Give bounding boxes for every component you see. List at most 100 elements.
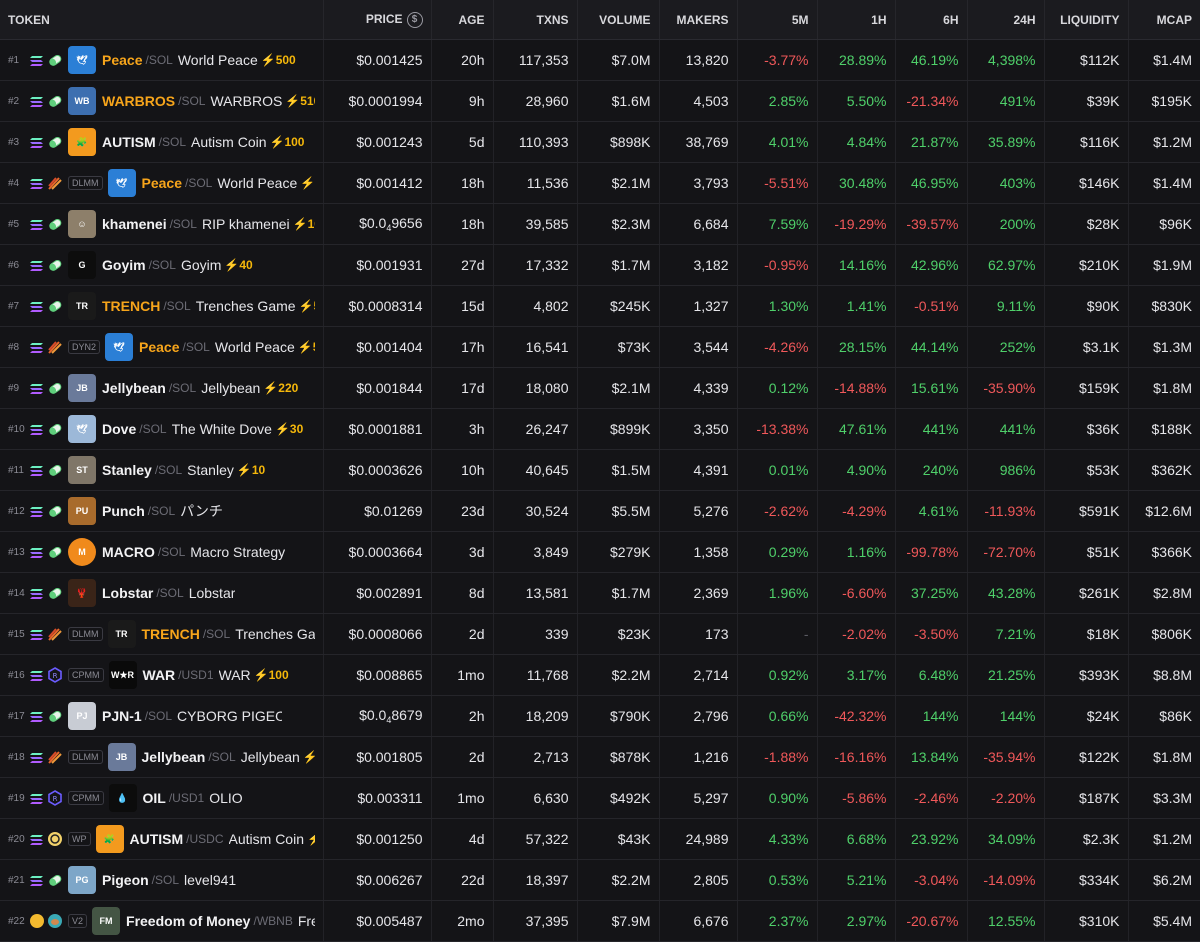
- change-6h-cell: -21.34%: [895, 80, 968, 122]
- liquidity-cell: $2.3K: [1044, 818, 1129, 860]
- token-cell[interactable]: #11 ST Stanley/SOL Stanley ⚡10: [0, 449, 324, 491]
- makers-cell: 5,297: [659, 777, 738, 819]
- table-row[interactable]: #19 R CPMM 💧 OIL/USD1 OLIO $0.003311 1mo 6,630 $4…: [0, 777, 1200, 819]
- table-row[interactable]: #13 M MACRO/SOL Macro Strategy $0.0003664 3d 3…: [0, 531, 1200, 573]
- price-cell: $0.0003664: [323, 531, 432, 573]
- table-row[interactable]: #18DLMMJBJellybean/SOLJellybean⚡220$0.00…: [0, 736, 1200, 778]
- token-cell[interactable]: #12 PU Punch/SOL パンチ: [0, 490, 324, 532]
- mcap-cell: $86K: [1128, 695, 1200, 737]
- token-name: Macro Strategy: [190, 544, 286, 560]
- table-row[interactable]: #20 WP 🧩 AUTISM/USDC Autism Coin⚡100 $0.00125…: [0, 818, 1200, 860]
- table-row[interactable]: #3 🧩 AUTISM/SOL Autism Coin ⚡100 $0.001243 5d 1…: [0, 121, 1200, 163]
- table-row[interactable]: #2WBWARBROS/SOLWARBROS⚡510$0.00019949h28…: [0, 80, 1200, 122]
- table-row[interactable]: #4 DLMM 🕊 Peace/SOL World Peace⚡500 $0.001412…: [0, 162, 1200, 204]
- token-cell[interactable]: #18DLMMJBJellybean/SOLJellybean⚡220: [0, 736, 324, 778]
- header-6h[interactable]: 6H: [895, 0, 968, 40]
- header-price[interactable]: PRICE $: [323, 0, 432, 40]
- token-cell[interactable]: #13 M MACRO/SOL Macro Strategy: [0, 531, 324, 573]
- token-cell[interactable]: #1 🕊 Peace/SOL World Peace ⚡500: [0, 39, 324, 81]
- header-makers[interactable]: MAKERS: [659, 0, 738, 40]
- change-6h-cell: -0.51%: [895, 285, 968, 327]
- table-row[interactable]: #10 🕊 Dove/SOL The White Dove ⚡30 $0.0001881 3…: [0, 408, 1200, 450]
- token-cell[interactable]: #17 PJ PJN-1/SOL CYBORG PIGEON: [0, 695, 324, 737]
- token-cell[interactable]: #22V2FMFreedom of Money/WBNBFreedom: [0, 900, 324, 942]
- liquidity-cell: $122K: [1044, 736, 1129, 778]
- table-row[interactable]: #12 PU Punch/SOL パンチ $0.01269 23d 30,524 $5.5M 5…: [0, 490, 1200, 532]
- token-avatar: TR: [68, 292, 96, 320]
- age-cell: 18h: [431, 162, 494, 204]
- token-cell[interactable]: #20 WP 🧩 AUTISM/USDC Autism Coin⚡100: [0, 818, 324, 860]
- header-liquidity[interactable]: LIQUIDITY: [1044, 0, 1129, 40]
- header-mcap[interactable]: MCAP: [1128, 0, 1200, 40]
- table-row[interactable]: #6 G Goyim/SOL Goyim ⚡40 $0.001931 27d 17,332 $1…: [0, 244, 1200, 286]
- token-name: Stanley: [187, 462, 234, 478]
- token-cell[interactable]: #14 🦞 Lobstar/SOL Lobstar: [0, 572, 324, 614]
- change-1h-cell: 4.84%: [817, 121, 896, 163]
- txns-cell: 16,541: [493, 326, 578, 368]
- age-cell: 23d: [431, 490, 494, 532]
- price-cell: $0.001250: [323, 818, 432, 860]
- table-row[interactable]: #11 ST Stanley/SOL Stanley ⚡10 $0.0003626 10h 4…: [0, 449, 1200, 491]
- header-token[interactable]: TOKEN: [0, 0, 324, 40]
- table-row[interactable]: #15DLMMTRTRENCH/SOLTrenches Game⚡500$0.0…: [0, 613, 1200, 655]
- token-cell[interactable]: #21 PG Pigeon/SOL level941: [0, 859, 324, 901]
- token-name: World Peace: [177, 52, 258, 68]
- token-cell[interactable]: #5 ☺ khamenei/SOL RIP khamenei⚡10: [0, 203, 324, 245]
- svg-text:R: R: [53, 672, 58, 680]
- token-cell[interactable]: #16 R CPMM W★R WAR/USD1 WAR ⚡100: [0, 654, 324, 696]
- token-cell[interactable]: #19 R CPMM 💧 OIL/USD1 OLIO: [0, 777, 324, 819]
- volume-cell: $2.1M: [577, 162, 660, 204]
- header-txns[interactable]: TXNS: [493, 0, 578, 40]
- change-6h-cell: -2.46%: [895, 777, 968, 819]
- token-cell[interactable]: #15DLMMTRTRENCH/SOLTrenches Game⚡500: [0, 613, 324, 655]
- age-cell: 2d: [431, 613, 494, 655]
- table-row[interactable]: #14 🦞 Lobstar/SOL Lobstar $0.002891 8d 13,581 $…: [0, 572, 1200, 614]
- volume-cell: $2.3M: [577, 203, 660, 245]
- table-row[interactable]: #16 R CPMM W★R WAR/USD1 WAR ⚡100 $0.008865 1mo 11…: [0, 654, 1200, 696]
- token-cell[interactable]: #2WBWARBROS/SOLWARBROS⚡510: [0, 80, 324, 122]
- token-cell[interactable]: #7 TR TRENCH/SOL Trenches Game⚡500: [0, 285, 324, 327]
- token-cell[interactable]: #6 G Goyim/SOL Goyim ⚡40: [0, 244, 324, 286]
- change-5m-cell: 4.01%: [737, 121, 818, 163]
- currency-toggle-icon[interactable]: $: [406, 11, 423, 28]
- solana-chain-icon: [30, 423, 44, 435]
- change-5m-cell: 1.96%: [737, 572, 818, 614]
- table-row[interactable]: #5 ☺ khamenei/SOL RIP khamenei⚡10 $0.0496561…: [0, 203, 1200, 245]
- rank-label: #10: [8, 423, 25, 435]
- table-row[interactable]: #1 🕊 Peace/SOL World Peace ⚡500 $0.001425 20h 1…: [0, 39, 1200, 81]
- solana-chain-icon: [30, 177, 44, 189]
- header-1h[interactable]: 1H: [817, 0, 896, 40]
- liquidity-cell: $36K: [1044, 408, 1129, 450]
- token-avatar: W★R: [108, 661, 137, 689]
- pumpswap-dex-icon: [47, 708, 63, 724]
- token-name: Jellybean: [201, 380, 261, 396]
- makers-cell: 2,369: [659, 572, 738, 614]
- token-cell[interactable]: #9 JB Jellybean/SOL Jellybean ⚡220: [0, 367, 324, 409]
- boost-badge: ⚡510: [285, 94, 314, 108]
- token-cell[interactable]: #3 🧩 AUTISM/SOL Autism Coin ⚡100: [0, 121, 324, 163]
- change-6h-cell: 37.25%: [895, 572, 968, 614]
- header-age[interactable]: AGE: [431, 0, 494, 40]
- table-row[interactable]: #22V2FMFreedom of Money/WBNBFreedom$0.00…: [0, 900, 1200, 942]
- table-row[interactable]: #9 JB Jellybean/SOL Jellybean ⚡220 $0.001844 1…: [0, 367, 1200, 409]
- change-6h-cell: 441%: [895, 408, 968, 450]
- token-name: World Peace: [214, 339, 295, 355]
- token-cell[interactable]: #4 DLMM 🕊 Peace/SOL World Peace⚡500: [0, 162, 324, 204]
- token-avatar: PJ: [68, 702, 96, 730]
- table-row[interactable]: #21 PG Pigeon/SOL level941 $0.006267 22d 18,39…: [0, 859, 1200, 901]
- change-5m-cell: -13.38%: [737, 408, 818, 450]
- table-row[interactable]: #17 PJ PJN-1/SOL CYBORG PIGEON $0.0486792h18…: [0, 695, 1200, 737]
- quote-token: /SOL: [148, 258, 176, 272]
- table-row[interactable]: #7 TR TRENCH/SOL Trenches Game⚡500 $0.000831…: [0, 285, 1200, 327]
- header-volume[interactable]: VOLUME: [577, 0, 660, 40]
- table-row[interactable]: #8 DYN2 🕊 Peace/SOL World Peace⚡500 $0.001404…: [0, 326, 1200, 368]
- header-5m[interactable]: 5M: [737, 0, 818, 40]
- header-24h[interactable]: 24H: [967, 0, 1045, 40]
- token-cell[interactable]: #8 DYN2 🕊 Peace/SOL World Peace⚡500: [0, 326, 324, 368]
- volume-cell: $899K: [577, 408, 660, 450]
- change-1h-cell: -4.29%: [817, 490, 896, 532]
- token-cell[interactable]: #10 🕊 Dove/SOL The White Dove ⚡30: [0, 408, 324, 450]
- quote-token: /SOL: [157, 545, 186, 559]
- change-24h-cell: 986%: [967, 449, 1045, 491]
- volume-cell: $23K: [577, 613, 660, 655]
